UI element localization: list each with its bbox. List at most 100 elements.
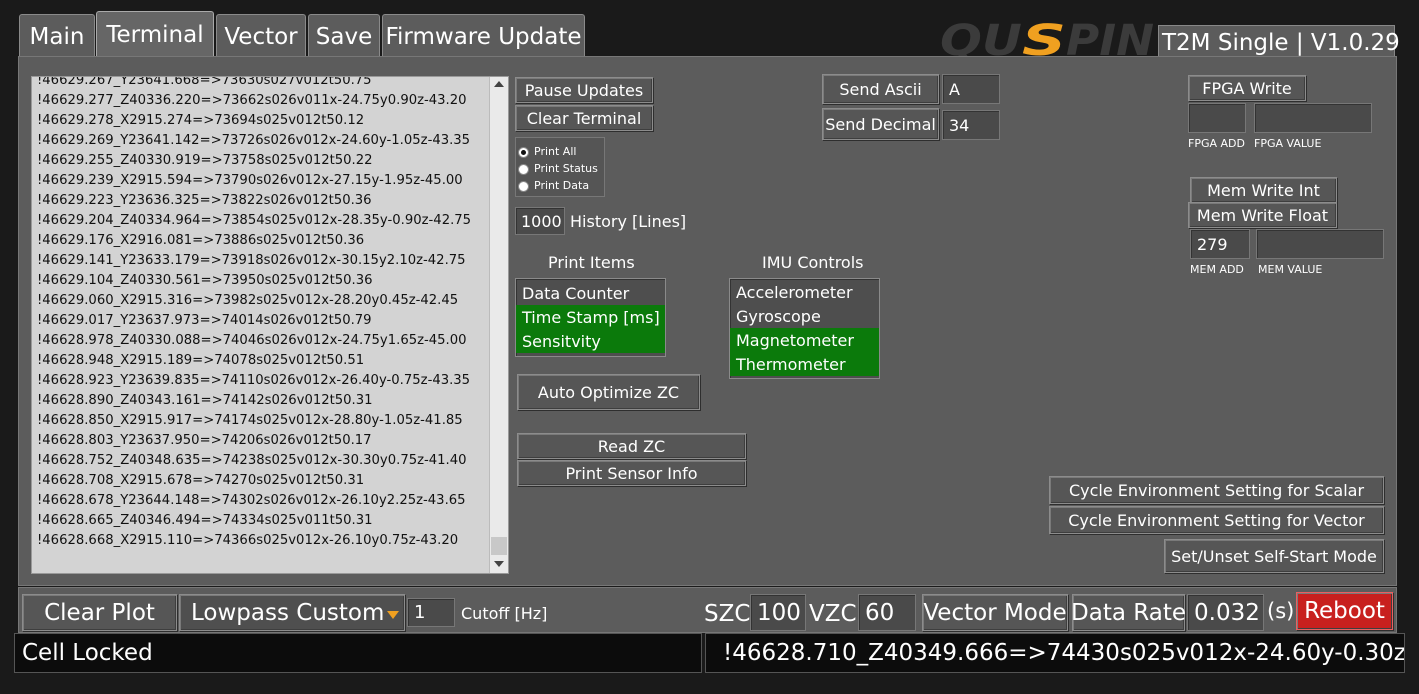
terminal-line: !46629.060_X2915.316=>73982s025v012x-28.… bbox=[37, 293, 459, 308]
fpga-add-input[interactable] bbox=[1188, 103, 1246, 133]
mem-value-input[interactable] bbox=[1256, 229, 1384, 259]
send-decimal-input[interactable]: 34 bbox=[942, 110, 1000, 140]
terminal-line: !46629.267_Y23641.668=>73630s027v012t50.… bbox=[37, 76, 372, 88]
tab-firmware-update[interactable]: Firmware Update bbox=[382, 14, 585, 58]
radio-print-all-indicator bbox=[518, 147, 529, 158]
terminal-line: !46628.678_Y23644.148=>74302s026v012x-26… bbox=[37, 493, 466, 508]
terminal-line: !46629.176_X2916.081=>73886s025v012t50.3… bbox=[37, 233, 365, 248]
scroll-up-arrow-icon[interactable] bbox=[494, 81, 504, 87]
svg-text:QU: QU bbox=[940, 20, 1022, 60]
terminal-line: !46628.890_Z40343.161=>74142s026v012t50.… bbox=[37, 393, 373, 408]
clear-plot-button[interactable]: Clear Plot bbox=[22, 594, 177, 631]
fpga-value-label: FPGA VALUE bbox=[1254, 137, 1322, 150]
imu-controls-title: IMU Controls bbox=[762, 253, 864, 272]
tab-main[interactable]: Main bbox=[19, 14, 95, 58]
terminal-line: !46628.978_Z40330.088=>74046s026v012x-24… bbox=[37, 333, 467, 348]
fpga-write-button[interactable]: FPGA Write bbox=[1188, 75, 1306, 101]
auto-optimize-zc-button[interactable]: Auto Optimize ZC bbox=[517, 374, 700, 410]
terminal-output[interactable]: !46629.267_Y23641.668=>73630s027v012t50.… bbox=[31, 76, 509, 574]
clear-terminal-button[interactable]: Clear Terminal bbox=[515, 105, 653, 131]
status-right: !46628.710_Z40349.666=>74430s025v012x-24… bbox=[705, 633, 1405, 673]
data-rate-button[interactable]: Data Rate bbox=[1071, 594, 1186, 631]
radio-print-status[interactable] bbox=[518, 164, 529, 175]
list-item-data-counter[interactable]: Data Counter bbox=[516, 281, 665, 305]
read-zc-button[interactable]: Read ZC bbox=[517, 433, 746, 459]
list-item-time-stamp[interactable]: Time Stamp [ms] bbox=[516, 305, 665, 329]
cutoff-label: Cutoff [Hz] bbox=[461, 604, 548, 623]
terminal-line: !46629.278_X2915.274=>73694s025v012t50.1… bbox=[37, 113, 365, 128]
svg-text:S: S bbox=[1022, 20, 1066, 60]
print-mode-group: Print All Print Status Print Data bbox=[515, 137, 605, 197]
imu-controls-list: Accelerometer Gyroscope Magnetometer The… bbox=[729, 278, 880, 379]
data-rate-unit: (s) bbox=[1267, 599, 1295, 623]
fpga-value-input[interactable] bbox=[1254, 103, 1372, 133]
szc-input[interactable]: 100 bbox=[750, 594, 806, 631]
pause-updates-button[interactable]: Pause Updates bbox=[515, 77, 653, 103]
vector-mode-button[interactable]: Vector Mode bbox=[922, 594, 1068, 631]
terminal-line: !46629.141_Y23633.179=>73918s026v012x-30… bbox=[37, 253, 466, 268]
terminal-line: !46629.255_Z40330.919=>73758s025v012t50.… bbox=[37, 153, 373, 168]
tab-terminal[interactable]: Terminal bbox=[96, 11, 214, 58]
radio-print-all[interactable] bbox=[518, 147, 529, 158]
data-rate-input[interactable]: 0.032 bbox=[1187, 594, 1264, 631]
radio-print-data-label: Print Data bbox=[534, 179, 590, 192]
list-item-magnetometer[interactable]: Magnetometer bbox=[730, 328, 879, 352]
mem-write-float-button[interactable]: Mem Write Float bbox=[1188, 202, 1337, 228]
history-lines-label: History [Lines] bbox=[570, 212, 687, 231]
history-lines-input[interactable]: 1000 bbox=[515, 207, 565, 235]
terminal-line: !46629.104_Z40330.561=>73950s025v012t50.… bbox=[37, 273, 373, 288]
terminal-line: !46629.017_Y23637.973=>74014s026v012t50.… bbox=[37, 313, 372, 328]
chevron-down-icon bbox=[387, 611, 399, 619]
radio-print-status-indicator bbox=[518, 164, 529, 175]
send-ascii-input[interactable]: A bbox=[942, 74, 1000, 104]
tab-save[interactable]: Save bbox=[308, 14, 380, 58]
print-items-title: Print Items bbox=[548, 253, 635, 272]
svg-text:PIN: PIN bbox=[1066, 20, 1154, 60]
cutoff-input[interactable]: 1 bbox=[407, 598, 455, 627]
terminal-line: !46628.752_Z40348.635=>74238s025v012x-30… bbox=[37, 453, 467, 468]
terminal-line: !46628.948_X2915.189=>74078s025v012t50.5… bbox=[37, 353, 365, 368]
terminal-line: !46628.803_Y23637.950=>74206s026v012t50.… bbox=[37, 433, 372, 448]
filter-select[interactable]: Lowpass Custom bbox=[179, 594, 405, 631]
terminal-line: !46628.923_Y23639.835=>74110s026v012x-26… bbox=[37, 373, 471, 388]
radio-print-data-indicator bbox=[518, 181, 529, 192]
list-item-sensitivity[interactable]: Sensitvity bbox=[516, 329, 665, 353]
terminal-scrollbar[interactable] bbox=[489, 77, 508, 573]
fpga-add-label: FPGA ADD bbox=[1188, 137, 1245, 150]
terminal-line: !46629.239_X2915.594=>73790s026v012x-27.… bbox=[37, 173, 463, 188]
status-left: Cell Locked bbox=[14, 633, 702, 673]
radio-print-status-label: Print Status bbox=[534, 162, 598, 175]
send-decimal-button[interactable]: Send Decimal bbox=[822, 108, 939, 140]
mem-add-input[interactable]: 279 bbox=[1190, 229, 1250, 259]
mem-add-label: MEM ADD bbox=[1190, 263, 1244, 276]
scroll-down-arrow-icon[interactable] bbox=[494, 561, 504, 567]
terminal-line: !46629.223_Y23636.325=>73822s026v012t50.… bbox=[37, 193, 372, 208]
print-sensor-info-button[interactable]: Print Sensor Info bbox=[517, 460, 746, 486]
terminal-line: !46628.850_X2915.917=>74174s025v012x-28.… bbox=[37, 413, 463, 428]
cycle-env-scalar-button[interactable]: Cycle Environment Setting for Scalar bbox=[1049, 476, 1384, 504]
list-item-gyroscope[interactable]: Gyroscope bbox=[730, 304, 879, 328]
filter-select-value: Lowpass Custom bbox=[191, 599, 385, 626]
terminal-line: !46628.668_X2915.110=>74366s025v012x-26.… bbox=[37, 533, 459, 548]
list-item-thermometer[interactable]: Thermometer bbox=[730, 352, 879, 376]
terminal-line: !46629.269_Y23641.142=>73726s026v012x-24… bbox=[37, 133, 471, 148]
self-start-mode-button[interactable]: Set/Unset Self-Start Mode bbox=[1164, 539, 1384, 573]
cycle-env-vector-button[interactable]: Cycle Environment Setting for Vector bbox=[1049, 506, 1384, 534]
terminal-line: !46628.665_Z40346.494=>74334s025v011t50.… bbox=[37, 513, 373, 528]
szc-label: SZC bbox=[704, 601, 751, 627]
list-item-accelerometer[interactable]: Accelerometer bbox=[730, 280, 879, 304]
vzc-input[interactable]: 60 bbox=[858, 594, 916, 631]
print-items-list: Data Counter Time Stamp [ms] Sensitvity bbox=[515, 278, 666, 357]
terminal-lines: !46629.267_Y23641.668=>73630s027v012t50.… bbox=[37, 76, 487, 551]
mem-write-int-button[interactable]: Mem Write Int bbox=[1190, 177, 1337, 203]
scroll-thumb[interactable] bbox=[491, 537, 507, 555]
radio-print-data[interactable] bbox=[518, 181, 529, 192]
tab-vector[interactable]: Vector bbox=[216, 14, 306, 58]
radio-print-all-label: Print All bbox=[534, 145, 577, 158]
quspin-logo: QU S PIN bbox=[940, 16, 1156, 66]
terminal-line: !46629.204_Z40334.964=>73854s025v012x-28… bbox=[37, 213, 472, 228]
reboot-button[interactable]: Reboot bbox=[1296, 592, 1393, 630]
vzc-label: VZC bbox=[809, 601, 857, 627]
send-ascii-button[interactable]: Send Ascii bbox=[822, 74, 939, 104]
mem-value-label: MEM VALUE bbox=[1258, 263, 1323, 276]
